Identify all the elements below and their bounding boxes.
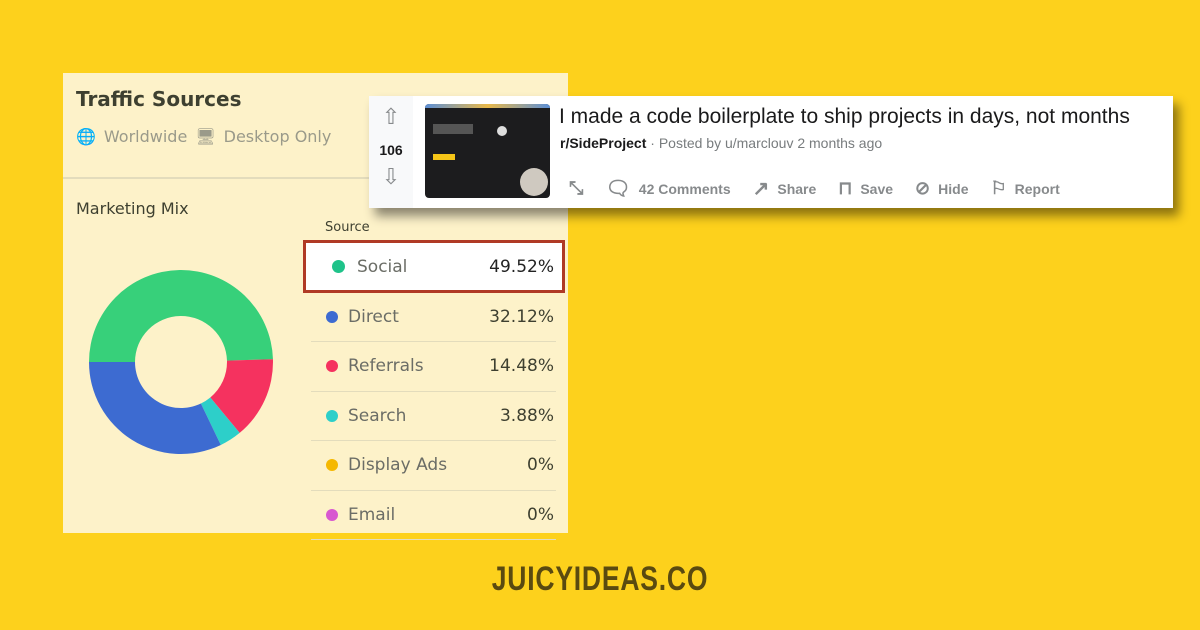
filters: 🌐 Worldwide 🖥 Desktop Only (76, 127, 331, 146)
source-row: Referrals 14.48% (311, 342, 556, 392)
highlighted-source-social: Social 49.52% (303, 240, 565, 293)
brand-logo: JUICYIDEAS.CO (491, 560, 709, 598)
donut-slice-direct (89, 362, 221, 454)
comments-label: 42 Comments (638, 180, 731, 197)
source-value: 3.88% (499, 405, 554, 426)
report-button[interactable]: ⚐ Report (990, 178, 1059, 199)
section-title: Marketing Mix (76, 199, 189, 218)
source-row: Search 3.88% (311, 392, 556, 441)
post-thumbnail[interactable] (425, 104, 550, 198)
card-title: Traffic Sources (76, 87, 242, 111)
source-label: Display Ads (348, 455, 448, 476)
bookmark-icon: ⊓ (838, 178, 853, 198)
save-label: Save (860, 180, 894, 197)
source-value: 14.48% (489, 356, 554, 377)
downvote-icon[interactable]: ⇩ (369, 164, 413, 190)
source-value: 0% (527, 455, 554, 476)
share-button[interactable]: ↗ Share (753, 176, 817, 201)
column-header: Source (325, 220, 370, 235)
source-label: Search (348, 405, 407, 426)
post-title[interactable]: I made a code boilerplate to ship projec… (559, 105, 1130, 129)
legend-dot (326, 508, 338, 521)
subreddit-link[interactable]: r/SideProject (560, 135, 646, 151)
comment-icon: 🗨 (605, 178, 631, 200)
save-button[interactable]: ⊓ Save (838, 178, 893, 199)
posted-by: · Posted by u/marclouv 2 months ago (650, 135, 883, 151)
vote-count: 106 (379, 142, 403, 158)
source-row: Direct 32.12% (311, 293, 556, 342)
source-value: 0% (527, 504, 554, 525)
legend-dot (326, 459, 338, 472)
hide-icon: ⊘ (915, 178, 931, 198)
source-label: Social (357, 256, 408, 277)
source-row: Email 0% (311, 491, 556, 540)
device-label: Desktop Only (223, 127, 332, 146)
desktop-icon: 🖥 (195, 127, 216, 146)
upvote-icon[interactable]: ⇧ (369, 104, 413, 130)
hide-button[interactable]: ⊘ Hide (915, 178, 968, 199)
post-actions: ⤡ 🗨 42 Comments ↗ Share ⊓ Save ⊘ Hide ⚐ Repor… (569, 176, 1060, 201)
source-label: Email (348, 504, 396, 525)
flag-icon: ⚐ (990, 178, 1007, 198)
comments-button[interactable]: 🗨 42 Comments (605, 176, 730, 201)
post-meta: r/SideProject · Posted by u/marclouv 2 m… (560, 135, 882, 151)
hide-label: Hide (938, 180, 969, 197)
source-row: Display Ads 0% (311, 441, 556, 491)
legend-dot (326, 360, 338, 373)
expand-icon[interactable]: ⤡ (569, 178, 583, 199)
report-label: Report (1014, 180, 1060, 197)
vote-column: ⇧ 106 ⇩ (369, 96, 413, 208)
reddit-post[interactable]: ⇧ 106 ⇩ I made a code boilerplate to shi… (369, 96, 1173, 208)
donut-slice-social (89, 270, 273, 362)
legend-dot (326, 310, 338, 323)
globe-icon: 🌐 (76, 127, 96, 146)
donut-chart (89, 270, 273, 454)
legend-dot (326, 409, 338, 422)
source-label: Direct (348, 306, 399, 327)
source-value: 32.12% (489, 306, 554, 327)
source-value: 49.52% (489, 256, 554, 277)
legend-dot (332, 260, 345, 273)
source-label: Referrals (348, 356, 424, 377)
share-icon: ↗ (752, 178, 770, 200)
share-label: Share (777, 180, 817, 197)
region-label: Worldwide (103, 127, 188, 146)
